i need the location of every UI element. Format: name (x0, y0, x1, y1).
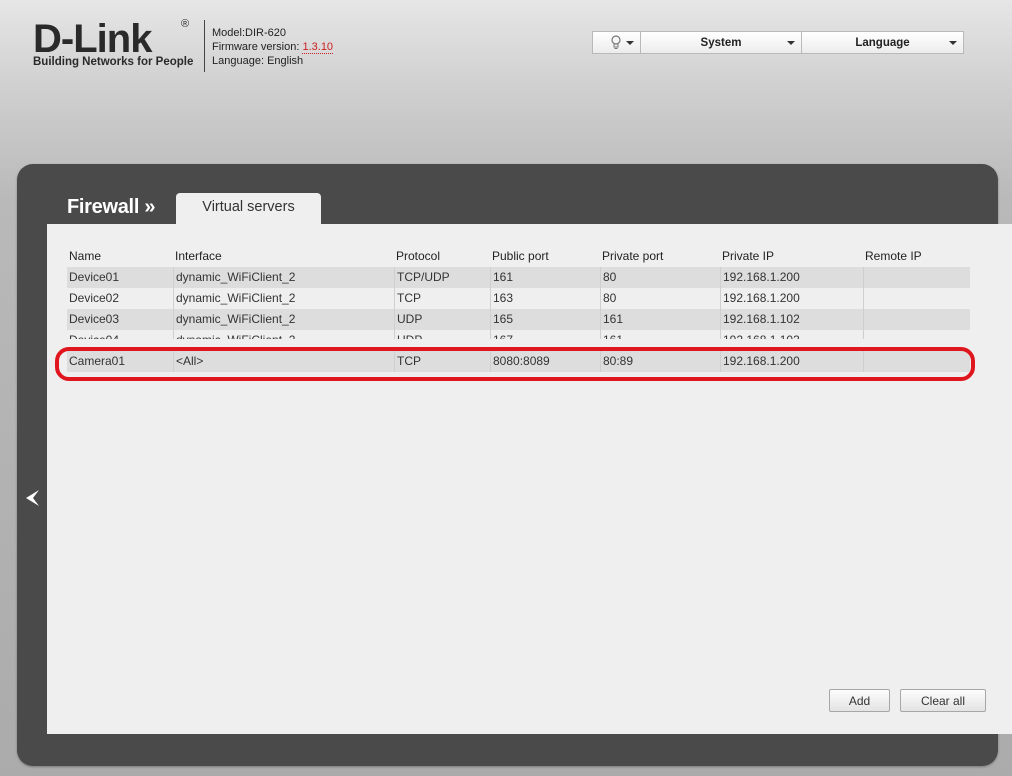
cell-interface: <All> (173, 351, 394, 372)
cell-remote-ip (863, 288, 970, 309)
cell-private-port: 80 (600, 288, 720, 309)
column-header-name: Name (69, 249, 102, 263)
cell-name: Camera01 (69, 354, 126, 368)
table-row[interactable]: Camera01 <All> TCP 8080:8089 80:89 192.1… (67, 351, 970, 372)
add-button[interactable]: Add (829, 689, 890, 712)
cell-private-port: 161 (600, 330, 720, 339)
back-arrow-icon[interactable] (24, 489, 40, 507)
cell-private-ip: 192.168.1.200 (720, 288, 863, 309)
chevron-down-icon (787, 41, 795, 45)
language-menu[interactable]: Language (802, 32, 963, 53)
cell-private-port: 80 (600, 267, 720, 288)
cell-private-ip: 192.168.1.200 (720, 267, 863, 288)
cell-name: Device03 (69, 312, 120, 326)
top-menu: System Language (592, 31, 964, 54)
cell-interface: dynamic_WiFiClient_2 (173, 288, 394, 309)
cell-remote-ip (863, 330, 970, 339)
cell-interface: dynamic_WiFiClient_2 (173, 309, 394, 330)
cell-remote-ip (863, 351, 970, 372)
cell-remote-ip (863, 309, 970, 330)
column-header-private-port: Private port (602, 249, 664, 263)
cell-public-port: 161 (490, 267, 600, 288)
language-value: English (267, 55, 304, 67)
row-spacer (67, 339, 970, 351)
device-info: Model:DIR-620 Firmware version: 1.3.10 L… (212, 26, 334, 68)
model-line: Model:DIR-620 (212, 27, 286, 39)
content-area: Name Interface Protocol Public port Priv… (47, 224, 1012, 734)
column-header-public-port: Public port (492, 249, 549, 263)
model-value: DIR-620 (245, 27, 286, 39)
cell-protocol: UDP (394, 330, 490, 339)
lightbulb-icon (611, 35, 621, 49)
cell-name: Device02 (69, 291, 120, 305)
cell-protocol: TCP (394, 288, 490, 309)
cell-protocol: TCP/UDP (394, 267, 490, 288)
cell-name: Device04 (67, 330, 173, 339)
page-title: Firewall » (67, 196, 156, 218)
tab-virtual-servers[interactable]: Virtual servers (176, 193, 321, 225)
system-menu[interactable]: System (641, 32, 802, 53)
chevron-down-icon (626, 41, 634, 45)
table-row[interactable]: Device03 dynamic_WiFiClient_2 UDP 165 16… (67, 309, 970, 330)
main-panel: Firewall » Virtual servers Name Interfac… (17, 164, 1012, 766)
cell-public-port: 167 (490, 330, 600, 339)
cell-remote-ip (863, 267, 970, 288)
column-header-interface: Interface (175, 249, 222, 263)
cell-protocol: UDP (394, 309, 490, 330)
virtual-servers-table: Name Interface Protocol Public port Priv… (67, 246, 970, 372)
cell-interface: dynamic_WiFiClient_2 (173, 267, 394, 288)
table-row[interactable]: Device02 dynamic_WiFiClient_2 TCP 163 80… (67, 288, 970, 309)
firmware-version-link[interactable]: 1.3.10 (302, 41, 334, 54)
cell-private-ip: 192.168.1.103 (720, 330, 863, 339)
language-menu-label: Language (855, 36, 910, 49)
chevron-down-icon (949, 41, 957, 45)
cell-public-port: 165 (490, 309, 600, 330)
system-menu-label: System (700, 36, 742, 49)
cell-name: Device01 (69, 270, 120, 284)
clear-all-button[interactable]: Clear all (900, 689, 986, 712)
header-divider (204, 20, 205, 72)
cell-private-port: 161 (600, 309, 720, 330)
tips-menu[interactable] (593, 32, 641, 53)
dlink-logo: D-Link ® Building Networks for People (33, 16, 193, 74)
language-line: Language: English (212, 55, 304, 67)
cell-public-port: 163 (490, 288, 600, 309)
logo-registered-mark: ® (181, 18, 190, 30)
column-header-protocol: Protocol (396, 249, 441, 263)
cell-public-port: 8080:8089 (490, 351, 600, 372)
column-header-remote-ip: Remote IP (865, 249, 922, 263)
cell-interface: dynamic_WiFiClient_2 (173, 330, 394, 339)
cell-private-ip: 192.168.1.102 (720, 309, 863, 330)
logo-tagline: Building Networks for People (33, 56, 194, 68)
table-row[interactable]: Device04 dynamic_WiFiClient_2 UDP 167 16… (67, 330, 970, 339)
cell-private-ip: 192.168.1.200 (720, 351, 863, 372)
column-header-private-ip: Private IP (722, 249, 775, 263)
cell-protocol: TCP (394, 351, 490, 372)
table-row[interactable]: Device01 dynamic_WiFiClient_2 TCP/UDP 16… (67, 267, 970, 288)
cell-private-port: 80:89 (600, 351, 720, 372)
table-header-row: Name Interface Protocol Public port Priv… (67, 246, 970, 267)
firmware-line: Firmware version: 1.3.10 (212, 41, 334, 54)
